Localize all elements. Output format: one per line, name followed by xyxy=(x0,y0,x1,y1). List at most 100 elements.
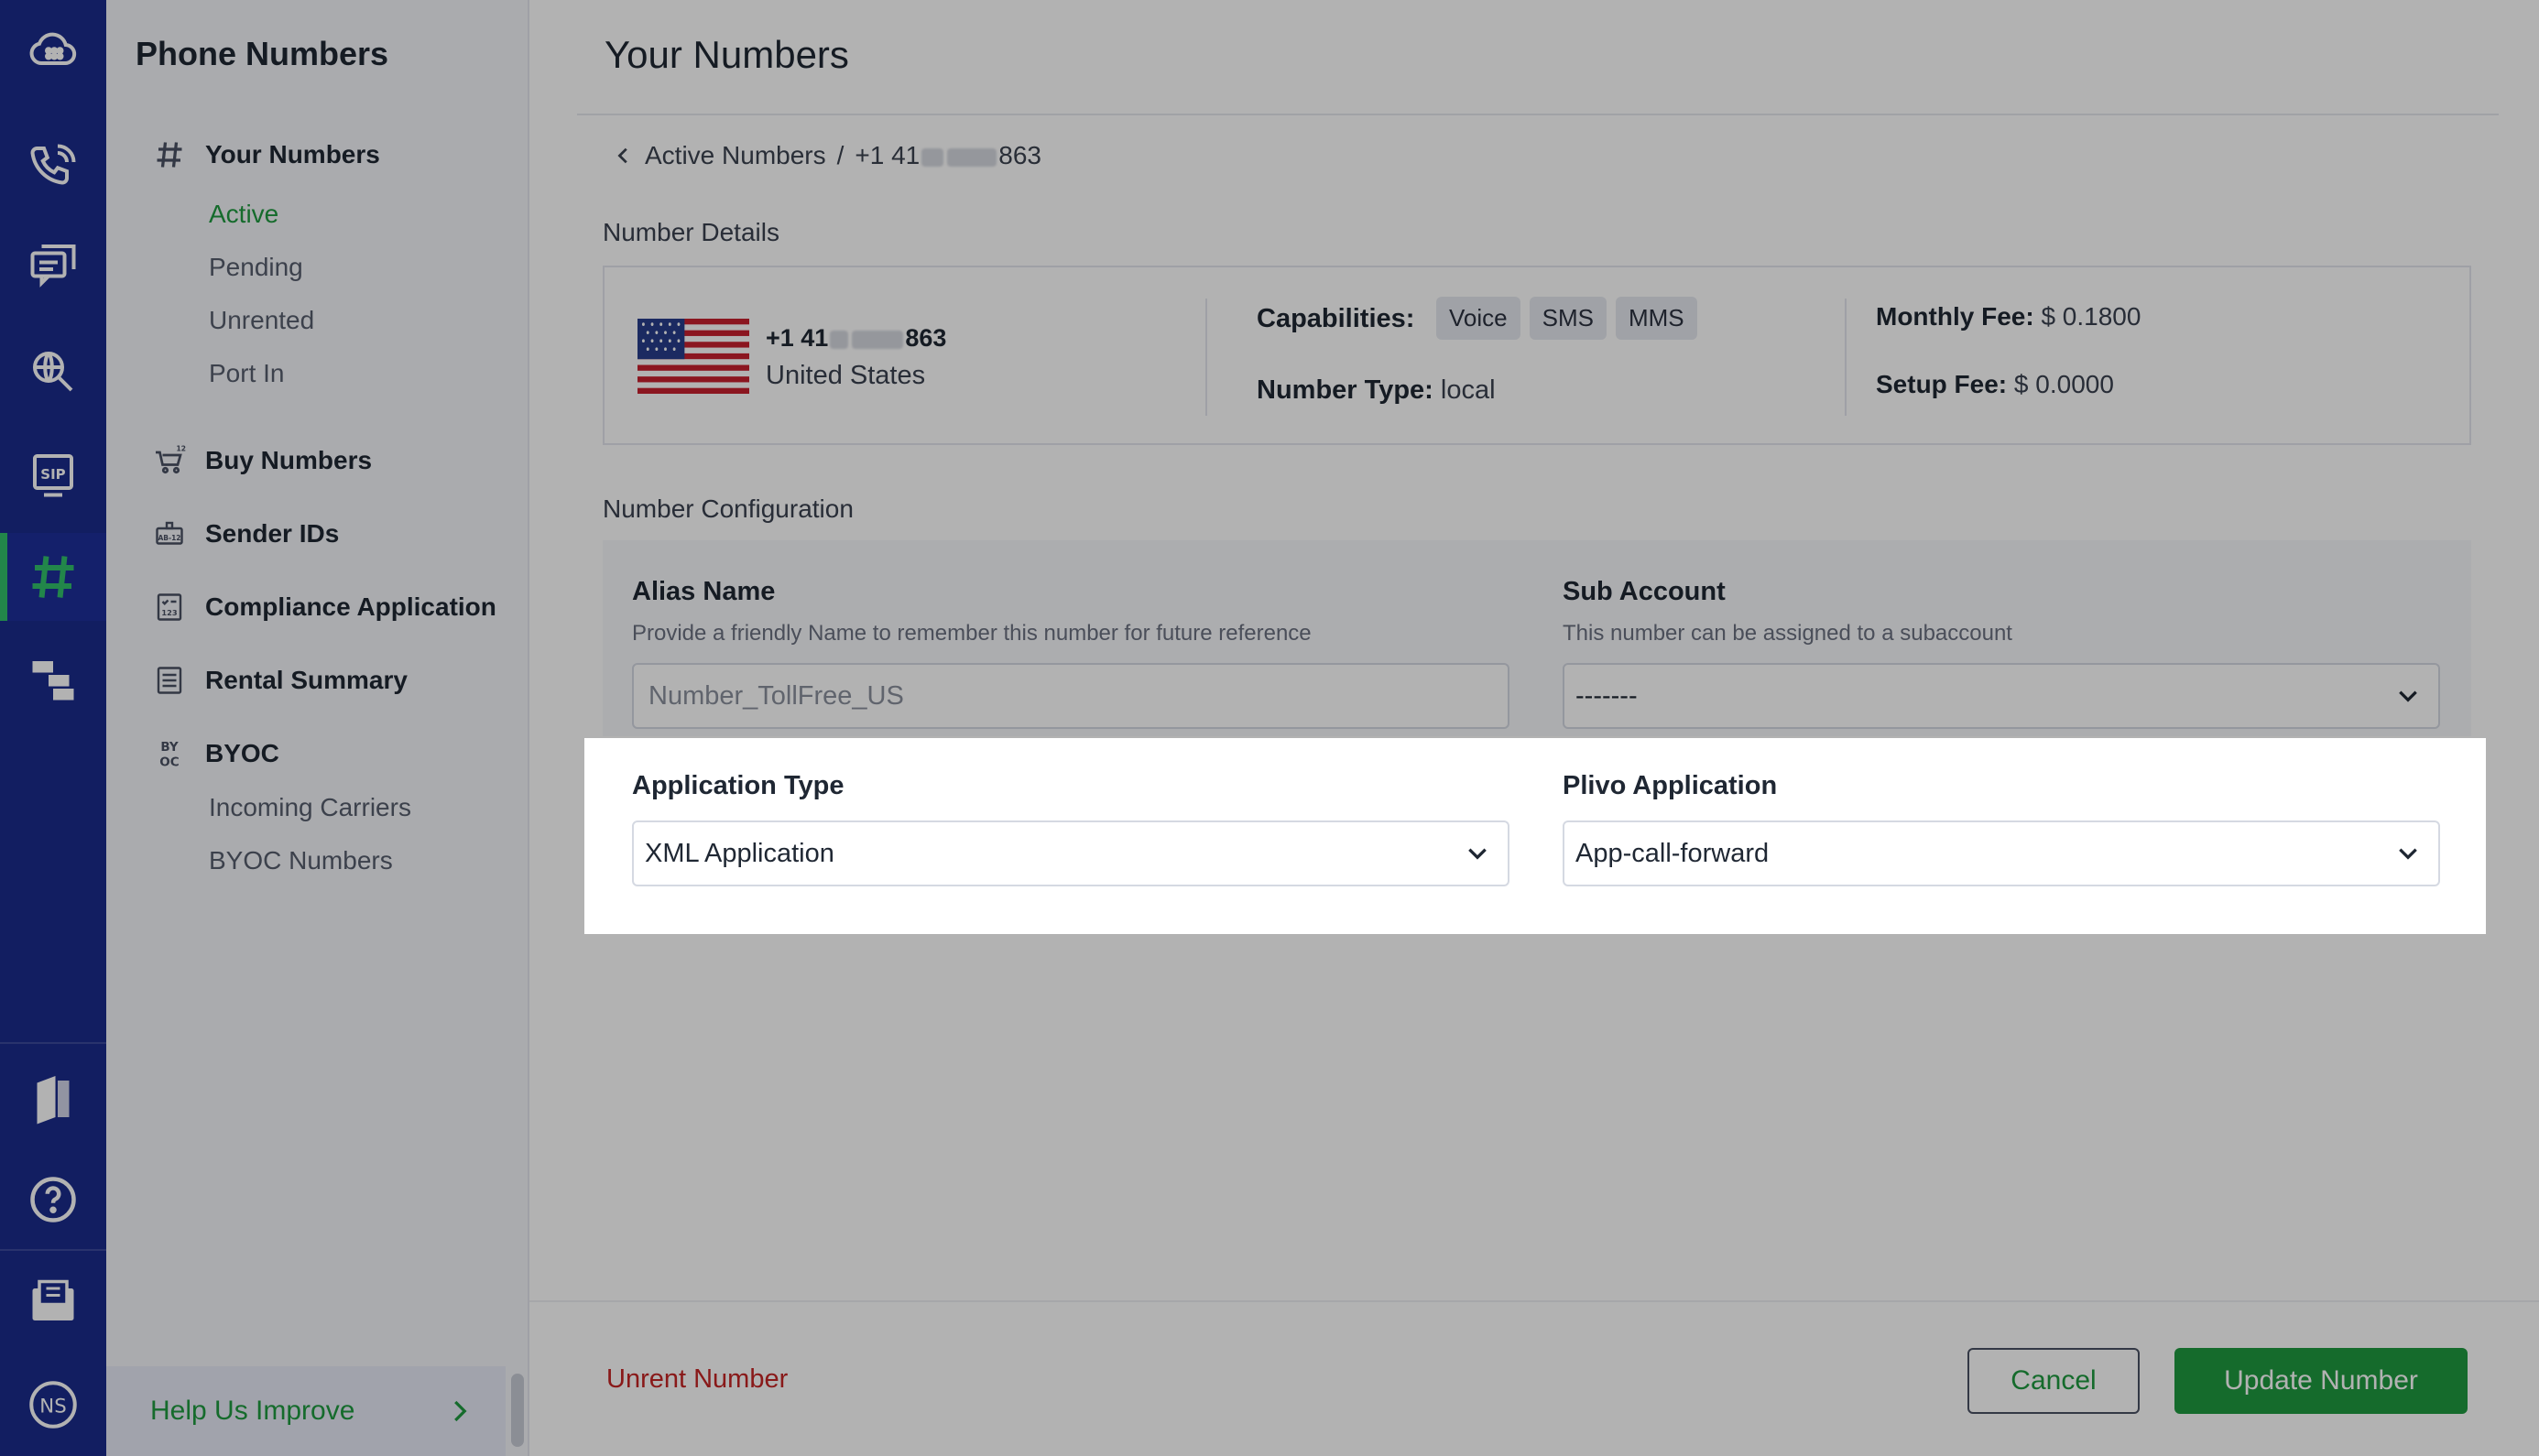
action-footer: Unrent Number Cancel Update Number xyxy=(529,1300,2539,1456)
sub-account-select[interactable]: ------- xyxy=(1563,663,2440,729)
plivo-application-label: Plivo Application xyxy=(1563,771,1778,800)
divider xyxy=(1845,299,1847,416)
application-panel: Application Type XML Application Plivo A… xyxy=(584,738,2486,934)
checklist-icon: 123 xyxy=(152,590,187,625)
svg-text:SIP: SIP xyxy=(40,466,65,483)
svg-text:BY: BY xyxy=(160,740,179,755)
hash-icon xyxy=(152,137,187,172)
us-flag-icon xyxy=(637,319,749,394)
breadcrumb-parent[interactable]: Active Numbers xyxy=(645,141,826,170)
sub-account-value: ------- xyxy=(1575,680,1638,711)
hash-icon[interactable] xyxy=(0,533,106,621)
svg-text:123: 123 xyxy=(177,445,187,453)
account-icon[interactable]: NS xyxy=(0,1361,106,1449)
sidebar-item-label: BYOC xyxy=(205,739,279,767)
account-initials: NS xyxy=(39,1395,66,1418)
number-type-label: Number Type: xyxy=(1257,375,1433,405)
byoc-icon: BY OC xyxy=(152,736,187,771)
number-configuration-label: Number Configuration xyxy=(603,494,854,523)
sidebar-subitem-active[interactable]: Active xyxy=(209,200,278,229)
number-type-value: local xyxy=(1440,375,1496,405)
flow-icon[interactable] xyxy=(0,636,106,723)
number-details-card: +1 41 863 United States Capabilities: Voi… xyxy=(603,266,2471,445)
sidebar: Phone Numbers Your Numbers Active Pendin… xyxy=(106,0,529,1456)
update-number-button[interactable]: Update Number xyxy=(2174,1348,2468,1414)
breadcrumb-current: +1 41 863 xyxy=(855,141,1041,170)
help-us-improve[interactable]: Help Us Improve xyxy=(106,1366,506,1456)
page-title: Your Numbers xyxy=(605,33,849,76)
number-details-label: Number Details xyxy=(603,218,779,246)
plivo-application-select[interactable]: App-call-forward xyxy=(1563,820,2440,886)
rail-divider xyxy=(0,1042,106,1044)
breadcrumb-separator: / xyxy=(836,141,845,169)
messaging-icon[interactable] xyxy=(0,225,106,313)
alias-name-help: Provide a friendly Name to remember this… xyxy=(632,621,1312,646)
docs-icon[interactable] xyxy=(0,1055,106,1143)
cart-icon: 123 xyxy=(152,443,187,478)
sip-icon[interactable]: SIP xyxy=(0,430,106,518)
sidebar-item-rental-summary[interactable]: Rental Summary xyxy=(152,663,408,698)
plivo-application-value: App-call-forward xyxy=(1575,838,1770,868)
id-badge-icon: AB-12 xyxy=(152,516,187,551)
svg-text:OC: OC xyxy=(159,755,179,770)
phone-number: +1 41 863 xyxy=(766,324,946,353)
number-suffix: 863 xyxy=(905,324,947,352)
sidebar-title: Phone Numbers xyxy=(136,35,389,72)
help-icon[interactable] xyxy=(0,1156,106,1244)
alias-name-input[interactable] xyxy=(632,663,1509,729)
icon-rail: SIP NS xyxy=(0,0,106,1456)
number-prefix: +1 41 xyxy=(766,324,829,352)
sidebar-subitem-byoc-numbers[interactable]: BYOC Numbers xyxy=(209,846,393,875)
number-suffix: 863 xyxy=(998,141,1041,169)
sidebar-subitem-pending[interactable]: Pending xyxy=(209,253,303,282)
phone-call-icon[interactable] xyxy=(0,123,106,211)
chevron-down-icon xyxy=(1468,848,1487,860)
cancel-button[interactable]: Cancel xyxy=(1967,1348,2140,1414)
rail-divider xyxy=(0,1249,106,1251)
application-type-value: XML Application xyxy=(645,838,834,868)
divider xyxy=(1205,299,1207,416)
title-divider xyxy=(577,114,2499,115)
help-label: Help Us Improve xyxy=(150,1396,355,1426)
application-type-select[interactable]: XML Application xyxy=(632,820,1509,886)
sidebar-item-label: Rental Summary xyxy=(205,666,408,694)
main-content: Your Numbers Active Numbers / +1 41 863 N… xyxy=(529,0,2539,1456)
sub-account-help: This number can be assigned to a subacco… xyxy=(1563,621,2012,646)
sidebar-subitem-incoming-carriers[interactable]: Incoming Carriers xyxy=(209,793,411,822)
billing-icon[interactable] xyxy=(0,1258,106,1346)
monthly-fee-label: Monthly Fee: xyxy=(1876,302,2034,331)
svg-text:123: 123 xyxy=(161,608,177,617)
setup-fee: Setup Fee: $ 0.0000 xyxy=(1876,370,2114,399)
sidebar-item-byoc[interactable]: BY OC BYOC xyxy=(152,736,279,771)
capabilities-label: Capabilities: xyxy=(1257,304,1415,333)
number-prefix: +1 41 xyxy=(855,141,921,169)
sidebar-subitem-port-in[interactable]: Port In xyxy=(209,359,284,388)
setup-fee-value: $ 0.0000 xyxy=(2013,370,2114,398)
setup-fee-label: Setup Fee: xyxy=(1876,370,2008,398)
sidebar-item-label: Sender IDs xyxy=(205,519,340,548)
lookup-icon[interactable] xyxy=(0,328,106,416)
sidebar-item-compliance[interactable]: 123 Compliance Application xyxy=(152,590,496,625)
number-type: Number Type: local xyxy=(1257,375,1496,406)
country: United States xyxy=(766,361,926,390)
sidebar-item-buy-numbers[interactable]: 123 Buy Numbers xyxy=(152,443,372,478)
breadcrumb: Active Numbers / +1 41 863 xyxy=(614,141,1041,170)
sidebar-item-label: Compliance Application xyxy=(205,592,496,621)
sidebar-item-your-numbers[interactable]: Your Numbers xyxy=(152,137,380,172)
sidebar-item-label: Buy Numbers xyxy=(205,446,373,474)
config-panel: Alias Name Provide a friendly Name to re… xyxy=(603,540,2471,736)
alias-name-label: Alias Name xyxy=(632,577,776,606)
sidebar-item-sender-ids[interactable]: AB-12 Sender IDs xyxy=(152,516,339,551)
sidebar-subitem-unrented[interactable]: Unrented xyxy=(209,306,314,335)
application-type-label: Application Type xyxy=(632,771,845,800)
chevron-down-icon xyxy=(2399,848,2417,860)
monthly-fee: Monthly Fee: $ 0.1800 xyxy=(1876,302,2141,331)
sidebar-scrollbar[interactable] xyxy=(511,1374,524,1447)
chevron-down-icon xyxy=(2399,690,2417,702)
cloud-logo-icon[interactable] xyxy=(0,5,106,93)
chevron-left-icon[interactable] xyxy=(614,146,634,166)
sub-account-label: Sub Account xyxy=(1563,577,1726,606)
unrent-number-link[interactable]: Unrent Number xyxy=(606,1364,788,1395)
badge-mms: MMS xyxy=(1615,297,1697,340)
capabilities-badges: Voice SMS MMS xyxy=(1436,297,1697,340)
